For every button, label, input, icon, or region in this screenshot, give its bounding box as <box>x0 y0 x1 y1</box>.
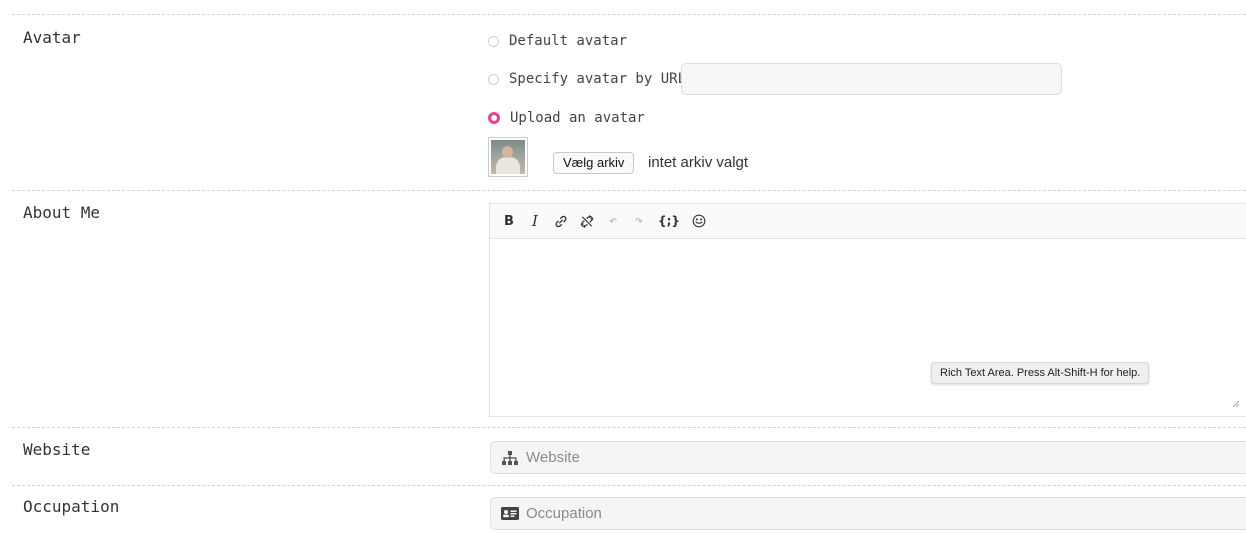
radio-label: Upload an avatar <box>510 110 645 126</box>
occupation-placeholder: Occupation <box>526 505 602 522</box>
radio-button[interactable] <box>488 35 499 47</box>
italic-button[interactable]: I <box>528 212 542 230</box>
divider <box>12 14 1246 15</box>
redo-icon[interactable]: ↷ <box>632 212 646 230</box>
website-placeholder: Website <box>526 449 580 466</box>
id-card-icon <box>501 507 519 521</box>
code-sample-button[interactable]: {;} <box>658 212 680 230</box>
choose-file-button[interactable]: Vælg arkiv <box>553 152 635 174</box>
radio-url-avatar[interactable]: Specify avatar by URL: <box>488 71 694 87</box>
divider <box>12 427 1246 428</box>
sitemap-icon <box>501 450 519 465</box>
website-label: Website <box>23 440 91 459</box>
divider <box>12 190 1246 191</box>
radio-label: Default avatar <box>509 33 628 49</box>
radio-label: Specify avatar by URL: <box>509 71 695 87</box>
editor-help-tooltip: Rich Text Area. Press Alt-Shift-H for he… <box>931 362 1150 384</box>
radio-button[interactable] <box>488 73 499 85</box>
divider <box>12 485 1246 486</box>
avatar-url-input[interactable] <box>681 63 1062 95</box>
resize-handle-icon[interactable] <box>1232 400 1240 408</box>
rich-text-editor[interactable]: B I ↶ ↷ {;} <box>489 203 1246 417</box>
editor-toolbar: B I ↶ ↷ {;} <box>490 204 1246 239</box>
avatar-thumbnail <box>488 137 528 177</box>
bold-button[interactable]: B <box>502 212 516 230</box>
occupation-label: Occupation <box>23 497 120 516</box>
radio-upload-avatar[interactable]: Upload an avatar <box>488 110 645 126</box>
radio-button-checked[interactable] <box>488 112 500 124</box>
occupation-input[interactable]: Occupation <box>490 497 1246 530</box>
avatar-label: Avatar <box>23 28 81 47</box>
file-status-text: intet arkiv valgt <box>648 154 749 171</box>
about-me-label: About Me <box>23 203 101 222</box>
unlink-icon[interactable] <box>580 212 594 230</box>
smiley-icon[interactable] <box>692 212 706 230</box>
link-icon[interactable] <box>554 212 568 230</box>
radio-default-avatar[interactable]: Default avatar <box>488 33 627 49</box>
undo-icon[interactable]: ↶ <box>606 212 620 230</box>
website-input[interactable]: Website <box>490 441 1246 474</box>
